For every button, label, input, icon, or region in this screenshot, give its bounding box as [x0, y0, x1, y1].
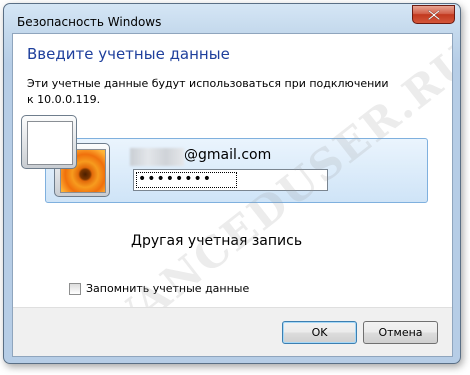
dialog-content: Введите учетные данные Эти учетные данны…	[12, 33, 453, 357]
close-button[interactable]	[412, 5, 455, 24]
account-email: @gmail.com	[184, 147, 272, 163]
blank-user-icon	[27, 121, 73, 165]
dialog-heading: Введите учетные данные	[27, 45, 230, 63]
security-dialog: Безопасность Windows Введите учетные дан…	[3, 3, 461, 364]
dialog-footer: OK Отмена	[13, 307, 452, 356]
password-focus-outline	[136, 172, 237, 188]
ok-button[interactable]: OK	[282, 321, 357, 344]
other-account-avatar[interactable]	[21, 115, 77, 169]
blurred-username	[130, 148, 184, 166]
remember-checkbox[interactable]	[69, 283, 81, 295]
window-title: Безопасность Windows	[17, 15, 162, 29]
cancel-button[interactable]: Отмена	[363, 321, 438, 344]
dialog-description: Эти учетные данные будут использоваться …	[27, 77, 389, 106]
close-icon	[428, 10, 440, 20]
